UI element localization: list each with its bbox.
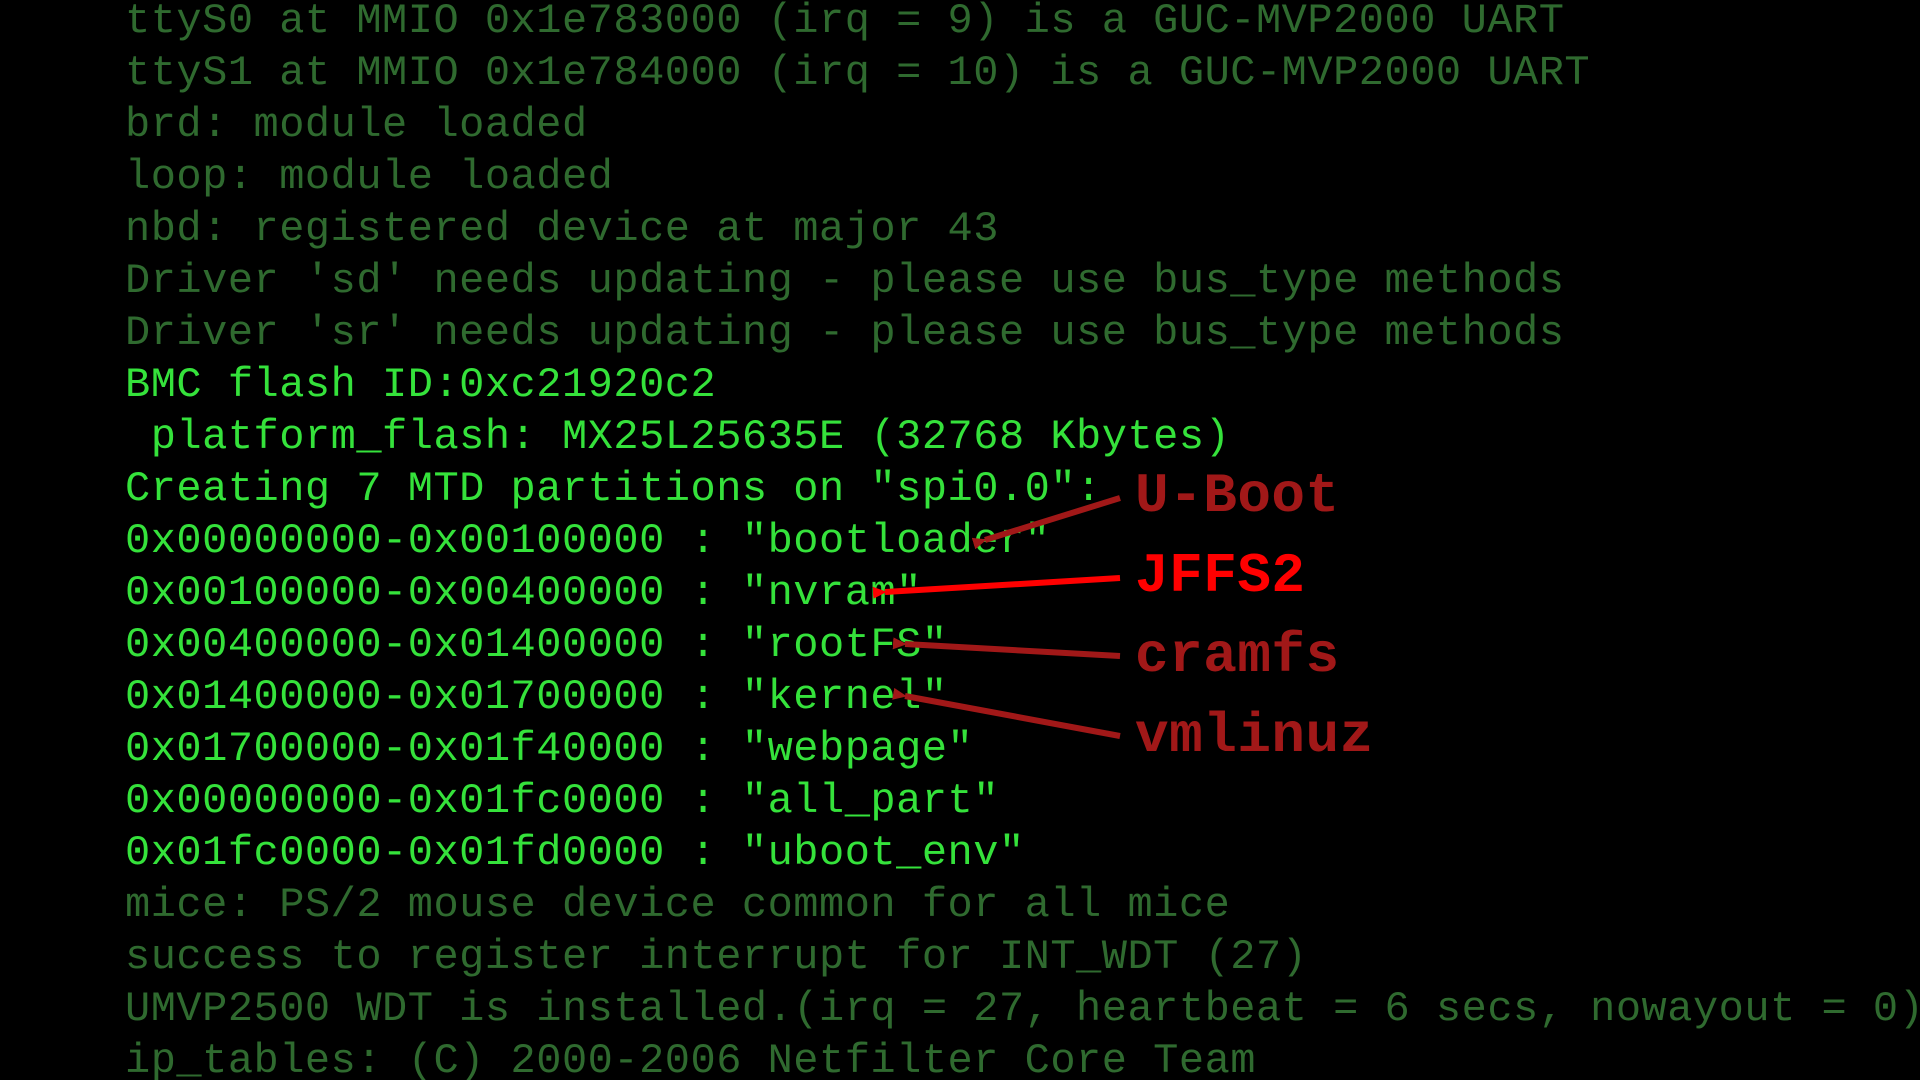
log-line-highlight: BMC flash ID:0xc21920c2 <box>125 364 716 406</box>
log-line: ip_tables: (C) 2000-2006 Netfilter Core … <box>125 1040 1256 1080</box>
log-line: mice: PS/2 mouse device common for all m… <box>125 884 1230 926</box>
mtd-partition-ubootenv: 0x01fc0000-0x01fd0000 : "uboot_env" <box>125 832 1025 874</box>
annotation-cramfs: cramfs <box>1135 628 1340 684</box>
annotation-jffs2: JFFS2 <box>1135 548 1306 604</box>
mtd-partition-kernel: 0x01400000-0x01700000 : "kernel" <box>125 676 948 718</box>
log-line: nbd: registered device at major 43 <box>125 208 999 250</box>
log-line: ttyS1 at MMIO 0x1e784000 (irq = 10) is a… <box>125 52 1590 94</box>
log-line-highlight: platform_flash: MX25L25635E (32768 Kbyte… <box>125 416 1230 458</box>
annotation-vmlinuz: vmlinuz <box>1135 708 1374 764</box>
mtd-partition-nvram: 0x00100000-0x00400000 : "nvram" <box>125 572 922 614</box>
mtd-partition-bootloader: 0x00000000-0x00100000 : "bootloader" <box>125 520 1050 562</box>
log-line: loop: module loaded <box>125 156 613 198</box>
log-line: success to register interrupt for INT_WD… <box>125 936 1307 978</box>
terminal-screen: ttyS0 at MMIO 0x1e783000 (irq = 9) is a … <box>0 0 1920 1080</box>
mtd-partition-webpage: 0x01700000-0x01f40000 : "webpage" <box>125 728 973 770</box>
log-line: ttyS0 at MMIO 0x1e783000 (irq = 9) is a … <box>125 0 1564 42</box>
log-line-highlight: Creating 7 MTD partitions on "spi0.0": <box>125 468 1102 510</box>
log-line: Driver 'sr' needs updating - please use … <box>125 312 1564 354</box>
annotation-uboot: U-Boot <box>1135 468 1340 524</box>
mtd-partition-allpart: 0x00000000-0x01fc0000 : "all_part" <box>125 780 999 822</box>
log-line: brd: module loaded <box>125 104 588 146</box>
log-line: Driver 'sd' needs updating - please use … <box>125 260 1564 302</box>
mtd-partition-rootfs: 0x00400000-0x01400000 : "rootFS" <box>125 624 948 666</box>
log-line: UMVP2500 WDT is installed.(irq = 27, hea… <box>125 988 1920 1030</box>
